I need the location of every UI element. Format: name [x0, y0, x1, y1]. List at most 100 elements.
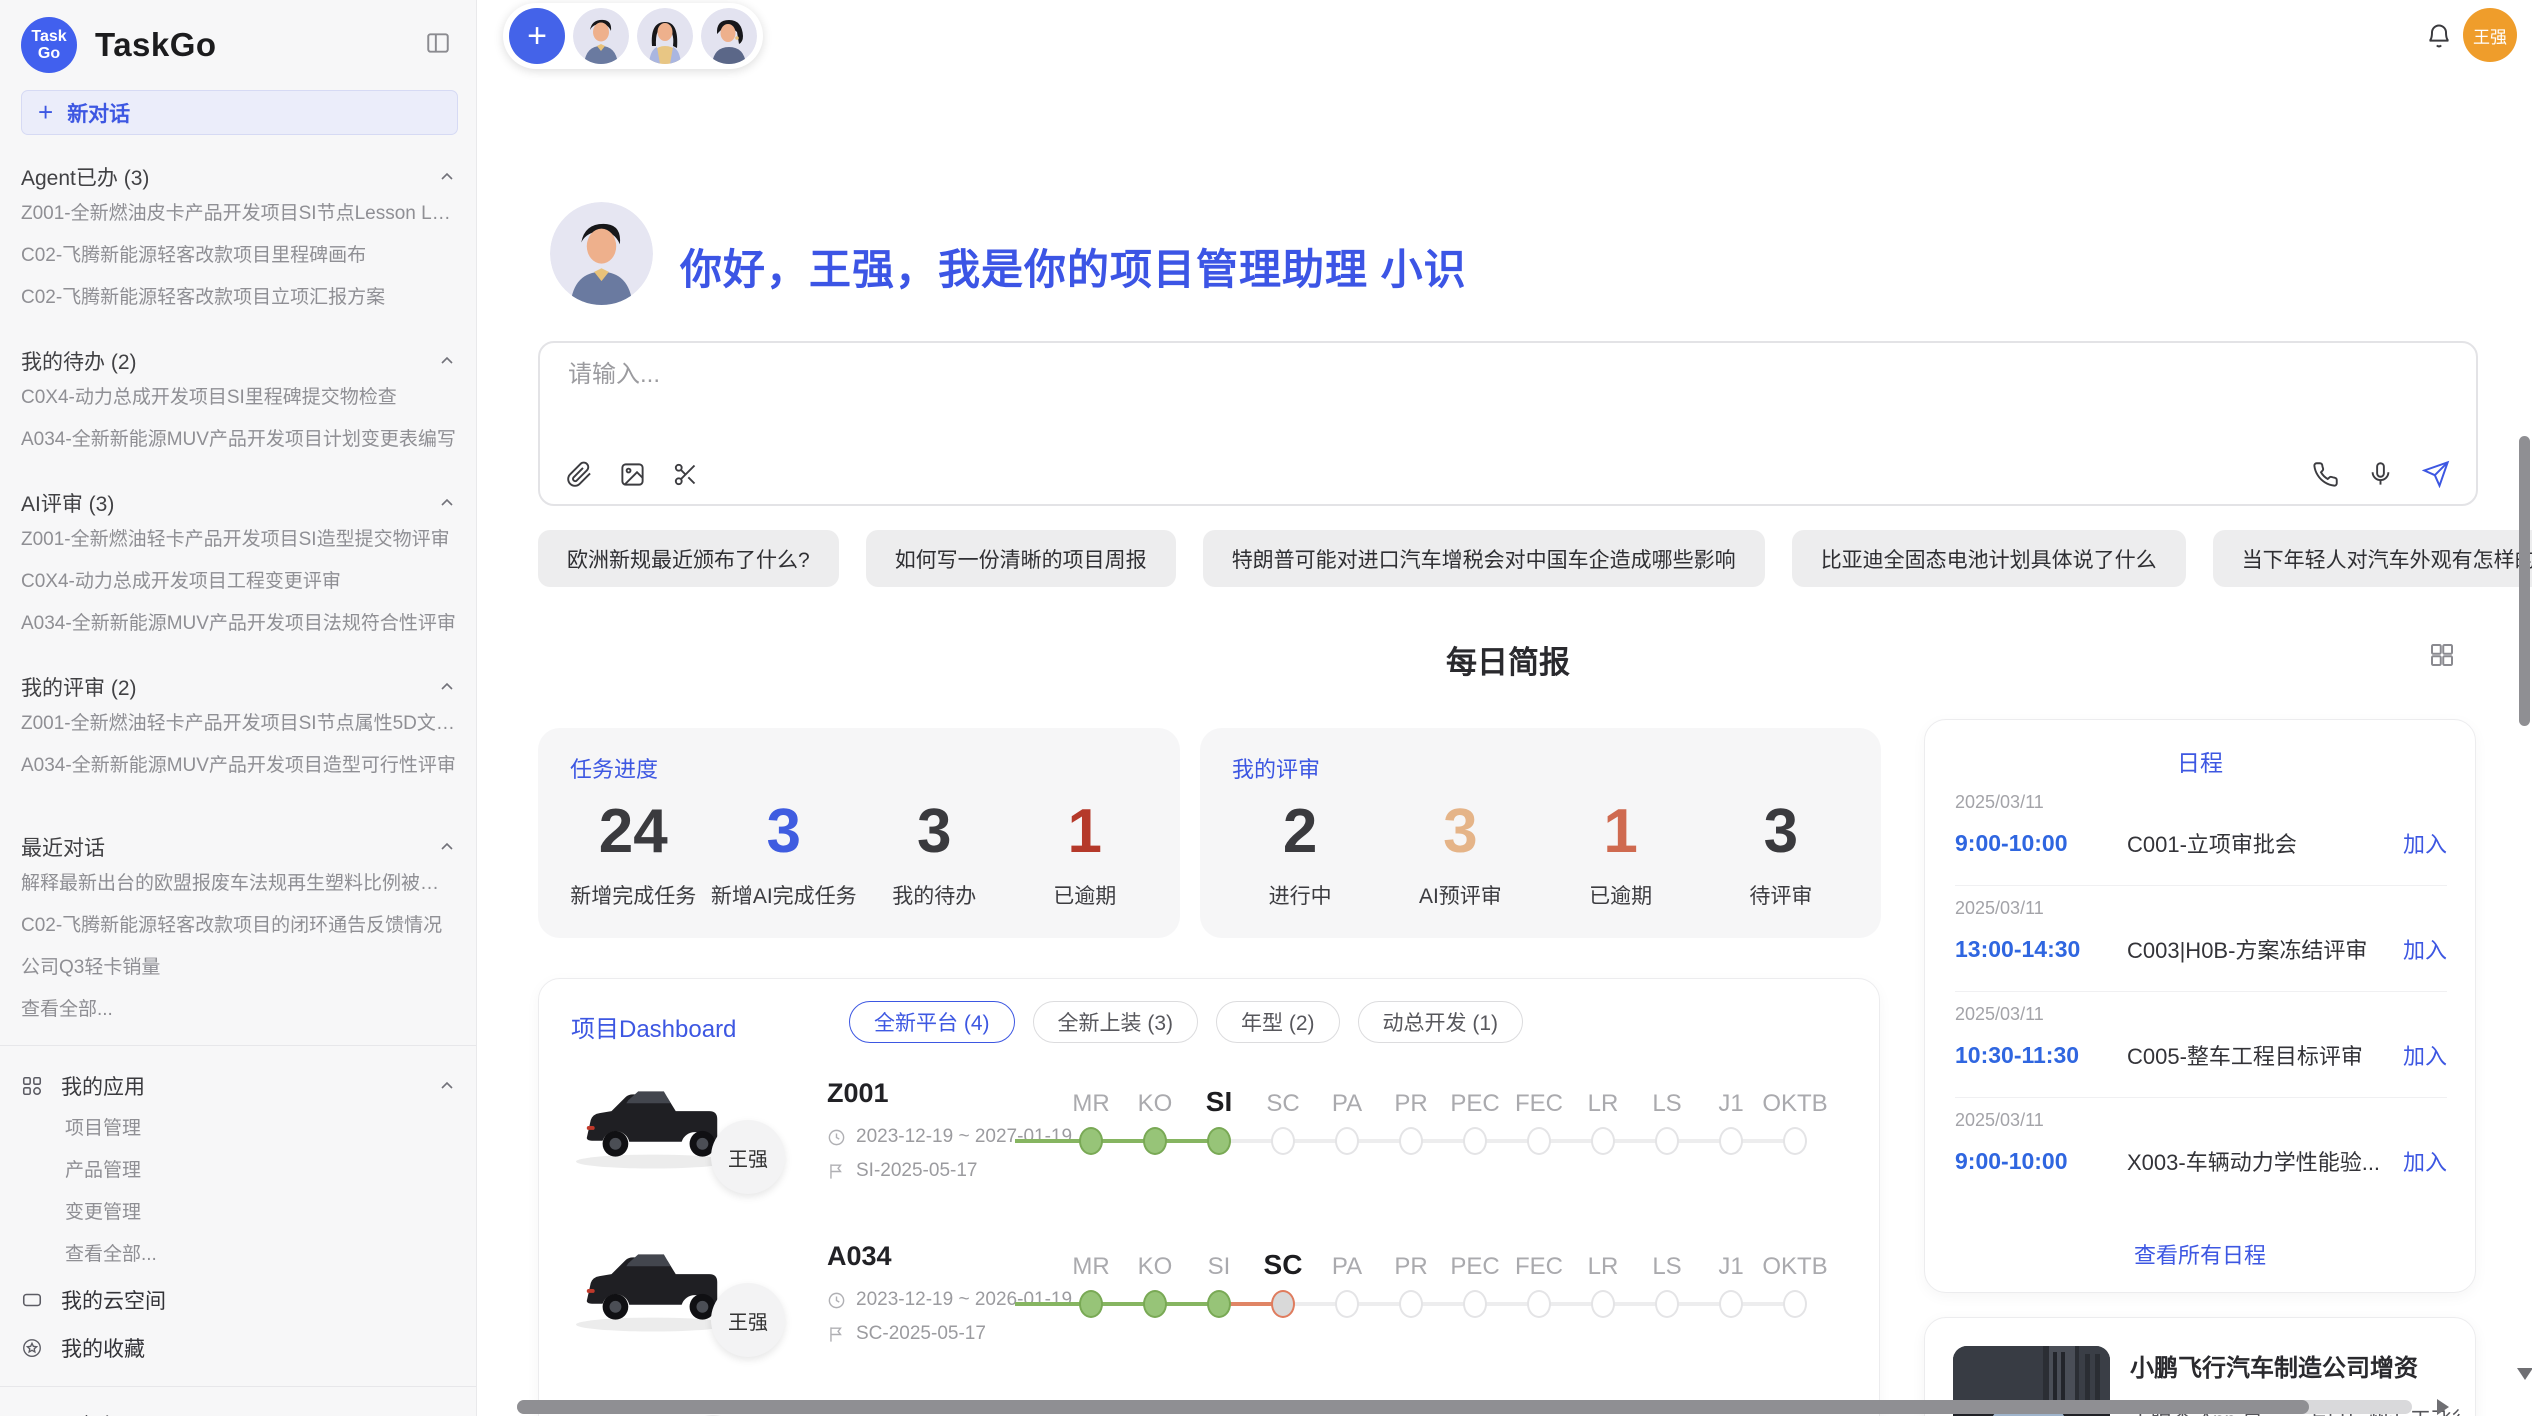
- tab-model-year[interactable]: 年型 (2): [1216, 1001, 1340, 1043]
- list-item[interactable]: A034-全新新能源MUV产品开发项目法规符合性评审: [21, 603, 457, 645]
- attachment-icon[interactable]: [566, 461, 593, 488]
- scroll-down-arrow[interactable]: [2517, 1368, 2532, 1380]
- section-header-ai-review[interactable]: AI评审 (3): [21, 487, 457, 519]
- add-agent-button[interactable]: +: [509, 8, 565, 64]
- notification-bell-icon[interactable]: [2425, 22, 2453, 55]
- project-row-a034[interactable]: 王强 A034 2023-12-19 ~ 2026-01-19 SC-2025-…: [569, 1237, 1861, 1397]
- my-apps-label: 我的应用: [61, 1071, 419, 1101]
- list-item[interactable]: Z001-全新燃油皮卡产品开发项目SI节点Lesson Learn报告: [21, 193, 457, 235]
- view-all-schedule-link[interactable]: 查看所有日程: [1925, 1238, 2475, 1270]
- list-item[interactable]: 公司Q3轻卡销量: [21, 947, 457, 989]
- ai-staff-label: AI超级员工: [61, 1410, 165, 1416]
- milestone-pa: PA: [1315, 1243, 1379, 1329]
- dashboard-tabs: 全新平台 (4) 全新上装 (3) 年型 (2) 动总开发 (1): [849, 1001, 1523, 1043]
- join-link[interactable]: 加入: [2403, 827, 2447, 859]
- owner-badge: 王强: [711, 1120, 785, 1194]
- image-icon[interactable]: [619, 461, 646, 488]
- join-link[interactable]: 加入: [2403, 1145, 2447, 1177]
- tab-new-body[interactable]: 全新上装 (3): [1033, 1001, 1199, 1043]
- schedule-name: C005-整车工程目标评审: [2115, 1039, 2403, 1071]
- new-chat-button[interactable]: + 新对话: [21, 90, 458, 135]
- vertical-scrollbar-thumb[interactable]: [2519, 436, 2530, 726]
- chat-input[interactable]: [568, 361, 2068, 389]
- suggestion-chip[interactable]: 欧洲新规最近颁布了什么?: [538, 530, 839, 587]
- chevron-up-icon: [437, 837, 457, 857]
- greeting-text: 你好，王强，我是你的项目管理助理 小识: [680, 236, 1467, 297]
- horizontal-scrollbar-thumb[interactable]: [517, 1400, 2309, 1414]
- sidebar-item-change-mgmt[interactable]: 变更管理: [65, 1192, 457, 1234]
- list-item[interactable]: Z001-全新燃油轻卡产品开发项目SI节点属性5D文件评审: [21, 703, 457, 745]
- milestone-fec: FEC: [1507, 1080, 1571, 1166]
- user-avatar[interactable]: 王强: [2463, 8, 2517, 62]
- list-item[interactable]: 解释最新出台的欧盟报废车法规再生塑料比例被调至15%...: [21, 863, 457, 905]
- milestone-fec: FEC: [1507, 1243, 1571, 1329]
- schedule-time: 9:00-10:00: [1955, 1148, 2115, 1175]
- section-header-agent-done[interactable]: Agent已办 (3): [21, 161, 457, 193]
- milestone-oktb: OKTB: [1763, 1243, 1827, 1329]
- microphone-icon[interactable]: [2367, 461, 2394, 488]
- list-item[interactable]: C0X4-动力总成开发项目SI里程碑提交物检查: [21, 377, 457, 419]
- list-item[interactable]: A034-全新新能源MUV产品开发项目造型可行性评审: [21, 745, 457, 787]
- suggestion-chips: 欧洲新规最近颁布了什么? 如何写一份清晰的项目周报 特朗普可能对进口汽车增税会对…: [538, 530, 2532, 587]
- sidebar-item-cloud-space[interactable]: 我的云空间: [21, 1276, 457, 1324]
- schedule-name: C003|H0B-方案冻结评审: [2115, 933, 2403, 965]
- sidebar-item-project-mgmt[interactable]: 项目管理: [65, 1108, 457, 1150]
- suggestion-chip[interactable]: 特朗普可能对进口汽车增税会对中国车企造成哪些影响: [1203, 530, 1765, 587]
- section-header-recent-chats[interactable]: 最近对话: [21, 831, 457, 863]
- suggestion-chip[interactable]: 比亚迪全固态电池计划具体说了什么: [1792, 530, 2186, 587]
- phone-icon[interactable]: [2312, 461, 2339, 488]
- list-item[interactable]: C02-飞腾新能源轻客改款项目立项汇报方案: [21, 277, 457, 319]
- stat-my-todo: 3 我的待办: [859, 794, 1010, 910]
- sidebar-item-ai-staff[interactable]: AI超级员工: [21, 1401, 457, 1416]
- list-item[interactable]: C02-飞腾新能源轻客改款项目的闭环通告反馈情况: [21, 905, 457, 947]
- view-all-apps-link[interactable]: 查看全部...: [65, 1234, 457, 1276]
- agent-avatar-1[interactable]: [573, 8, 629, 64]
- tab-powertrain[interactable]: 动总开发 (1): [1358, 1001, 1524, 1043]
- sidebar-item-my-apps[interactable]: 我的应用: [21, 1064, 457, 1108]
- schedule-item: 2025/03/11 9:00-10:00 X003-车辆动力学性能验... 加…: [1955, 1098, 2447, 1204]
- flag-icon: [827, 1325, 846, 1344]
- suggestion-chip[interactable]: 当下年轻人对汽车外观有怎样的喜好趋势: [2213, 530, 2532, 587]
- join-link[interactable]: 加入: [2403, 1039, 2447, 1071]
- suggestion-chip[interactable]: 如何写一份清晰的项目周报: [866, 530, 1176, 587]
- my-review-card: 我的评审 2 进行中 3 AI预评审 1 已逾期 3 待评审: [1200, 728, 1881, 938]
- send-icon[interactable]: [2422, 460, 2450, 488]
- milestone-pr: PR: [1379, 1243, 1443, 1329]
- list-item[interactable]: C02-飞腾新能源轻客改款项目里程碑画布: [21, 235, 457, 277]
- sidebar-item-favorites[interactable]: 我的收藏: [21, 1324, 457, 1372]
- milestone-j1: J1: [1699, 1243, 1763, 1329]
- schedule-time: 13:00-14:30: [1955, 936, 2115, 963]
- schedule-time: 10:30-11:30: [1955, 1042, 2115, 1069]
- section-title: 我的评审 (2): [21, 672, 137, 702]
- layout-grid-icon[interactable]: [2427, 640, 2457, 675]
- milestone-track: MRKOSISCPAPRPECFECLRLSJ1OKTB: [1059, 1080, 1827, 1166]
- section-header-my-todo[interactable]: 我的待办 (2): [21, 345, 457, 377]
- section-title: 我的待办 (2): [21, 346, 137, 376]
- project-row-z001[interactable]: 王强 Z001 2023-12-19 ~ 2027-01-19 SI-2025-…: [569, 1074, 1861, 1234]
- list-item[interactable]: Z001-全新燃油轻卡产品开发项目SI造型提交物评审: [21, 519, 457, 561]
- clock-icon: [827, 1291, 846, 1310]
- milestone-pr: PR: [1379, 1080, 1443, 1166]
- list-item[interactable]: A034-全新新能源MUV产品开发项目计划变更表编写: [21, 419, 457, 461]
- agent-avatar-3[interactable]: [701, 8, 757, 64]
- view-all-link[interactable]: 查看全部...: [21, 989, 457, 1031]
- horizontal-scrollbar[interactable]: [517, 1400, 2412, 1414]
- scroll-right-arrow[interactable]: [2437, 1399, 2449, 1415]
- schedule-time: 9:00-10:00: [1955, 830, 2115, 857]
- list-item[interactable]: C0X4-动力总成开发项目工程变更评审: [21, 561, 457, 603]
- milestone-ko: KO: [1123, 1243, 1187, 1329]
- app-logo[interactable]: Task Go: [21, 17, 77, 73]
- sidebar-item-product-mgmt[interactable]: 产品管理: [65, 1150, 457, 1192]
- sidebar-collapse-icon[interactable]: [425, 30, 451, 61]
- join-link[interactable]: 加入: [2403, 933, 2447, 965]
- scissors-icon[interactable]: [672, 461, 699, 488]
- milestone-si: SI: [1187, 1243, 1251, 1329]
- section-header-my-review[interactable]: 我的评审 (2): [21, 671, 457, 703]
- tab-new-platform[interactable]: 全新平台 (4): [849, 1001, 1015, 1043]
- milestone-pec: PEC: [1443, 1080, 1507, 1166]
- project-dashboard-card: 项目Dashboard 全新平台 (4) 全新上装 (3) 年型 (2) 动总开…: [538, 978, 1880, 1416]
- stat-ai-prereview: 3 AI预评审: [1380, 794, 1540, 910]
- sidebar-header: Task Go TaskGo: [21, 14, 457, 76]
- agent-avatar-2[interactable]: [637, 8, 693, 64]
- chat-input-box: [538, 341, 2478, 506]
